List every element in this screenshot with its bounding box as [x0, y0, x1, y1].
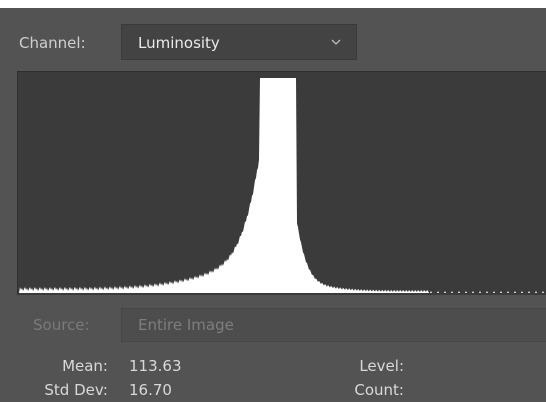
channel-label: Channel:: [19, 34, 86, 52]
source-dropdown[interactable]: Entire Image: [121, 308, 546, 342]
level-label: Level:: [359, 357, 404, 375]
histogram-panel: Channel: Luminosity Source: Entire Image…: [0, 0, 546, 402]
channel-row: Channel: Luminosity: [0, 8, 546, 68]
channel-dropdown[interactable]: Luminosity: [121, 24, 357, 60]
std-dev-label: Std Dev:: [44, 381, 108, 399]
top-strip: [0, 0, 546, 8]
source-value: Entire Image: [138, 316, 234, 334]
source-row: Source: Entire Image: [0, 300, 546, 350]
source-label: Source:: [33, 316, 90, 334]
histogram-area: [18, 78, 546, 293]
count-label: Count:: [354, 381, 404, 399]
histogram-svg: [18, 78, 546, 293]
chevron-down-icon: [331, 39, 341, 45]
mean-value: 113.63: [129, 357, 182, 375]
histogram-graph: [17, 71, 546, 295]
channel-value: Luminosity: [138, 34, 220, 52]
mean-label: Mean:: [62, 357, 108, 375]
std-dev-value: 16.70: [129, 381, 172, 399]
